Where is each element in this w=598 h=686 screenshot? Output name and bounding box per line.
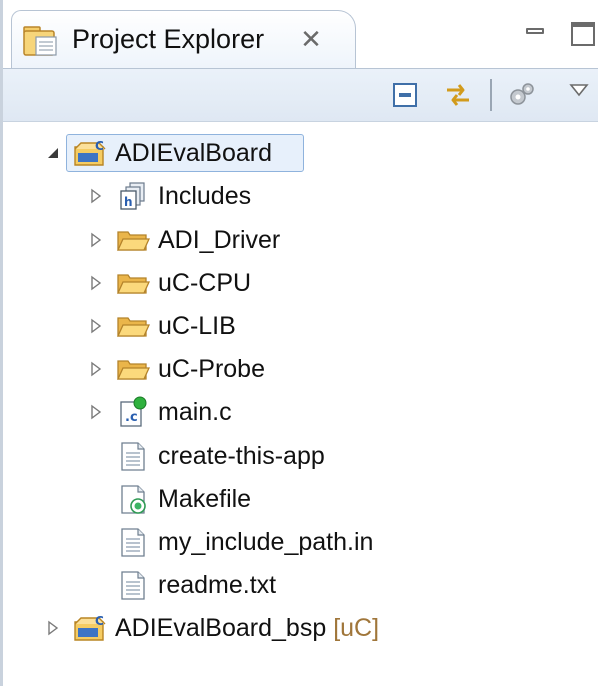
svg-text:.c: .c: [125, 410, 138, 425]
text-file-icon: [121, 571, 145, 600]
collapsed-arrow-icon[interactable]: [89, 188, 103, 204]
tree-item-label: uC-Probe: [158, 355, 265, 383]
collapsed-arrow-icon[interactable]: [89, 232, 103, 248]
collapsed-arrow-icon[interactable]: [89, 318, 103, 334]
toolbar-separator: [490, 79, 492, 111]
bsp-project-decoration: [uC]: [333, 614, 380, 642]
folder-icon: [116, 317, 150, 337]
svg-text:C: C: [95, 614, 104, 628]
tree-item-bsp-project[interactable]: C ADIEvalBoard_bsp [uC]: [3, 608, 598, 648]
maximize-icon[interactable]: [571, 22, 595, 46]
tree-item-label: uC-CPU: [158, 269, 252, 297]
tree-item-label: uC-LIB: [158, 312, 236, 340]
project-explorer-icon: [23, 26, 57, 56]
minimize-icon[interactable]: [526, 28, 544, 34]
includes-icon: h: [120, 182, 145, 210]
collapsed-arrow-icon[interactable]: [89, 404, 103, 420]
tree-item-makefile[interactable]: Makefile: [3, 479, 598, 519]
tree-item-includes[interactable]: h Includes: [3, 176, 598, 216]
text-file-icon: [121, 528, 145, 557]
tab-title: Project Explorer: [72, 24, 265, 54]
folder-icon: [116, 274, 150, 294]
svg-text:h: h: [124, 195, 133, 209]
svg-text:C: C: [95, 139, 104, 153]
tree-item-folder[interactable]: uC-LIB: [3, 306, 598, 346]
view-toolbar: [3, 68, 598, 122]
bsp-project-label: ADIEvalBoard_bsp [uC]: [115, 614, 379, 643]
tree-item-label: Includes: [158, 182, 252, 210]
tree-item-label: Makefile: [158, 485, 252, 513]
collapsed-arrow-icon[interactable]: [89, 361, 103, 377]
c-project-icon: C: [74, 614, 106, 641]
c-source-file-icon: .c: [120, 396, 147, 427]
tree-item-label: main.c: [158, 398, 232, 426]
close-icon[interactable]: ✕: [298, 27, 324, 53]
tree-item-source-file[interactable]: .c main.c: [3, 392, 598, 432]
tree-item-file[interactable]: readme.txt: [3, 565, 598, 605]
gears-icon[interactable]: [507, 80, 537, 110]
project-tree: C ADIEvalBoard h Includes ADI_Driver uC-…: [3, 122, 598, 686]
project-label: ADIEvalBoard: [115, 139, 273, 167]
bsp-project-name: ADIEvalBoard_bsp: [115, 614, 327, 642]
folder-icon: [116, 231, 150, 251]
collapsed-arrow-icon[interactable]: [89, 275, 103, 291]
tree-item-folder[interactable]: uC-Probe: [3, 349, 598, 389]
tab-project-explorer[interactable]: Project Explorer ✕: [11, 10, 356, 68]
text-file-icon: [121, 442, 145, 471]
tree-item-file[interactable]: my_include_path.in: [3, 522, 598, 562]
makefile-icon: [121, 485, 146, 514]
folder-icon: [116, 360, 150, 380]
view-menu-icon[interactable]: [569, 83, 589, 97]
tree-item-label: ADI_Driver: [158, 226, 281, 254]
tree-item-file[interactable]: create-this-app: [3, 436, 598, 476]
tree-item-project[interactable]: C ADIEvalBoard: [3, 133, 598, 173]
tree-item-label: readme.txt: [158, 571, 277, 599]
tree-item-folder[interactable]: uC-CPU: [3, 263, 598, 303]
tree-item-label: my_include_path.in: [158, 528, 374, 556]
view-tab-strip: Project Explorer ✕: [3, 0, 598, 68]
c-project-icon: C: [74, 139, 106, 166]
expanded-arrow-icon[interactable]: [46, 145, 60, 161]
collapse-all-icon[interactable]: [390, 80, 420, 110]
tree-item-folder[interactable]: ADI_Driver: [3, 220, 598, 260]
collapsed-arrow-icon[interactable]: [46, 620, 60, 636]
link-with-editor-icon[interactable]: [443, 80, 473, 110]
tree-item-label: create-this-app: [158, 442, 325, 470]
